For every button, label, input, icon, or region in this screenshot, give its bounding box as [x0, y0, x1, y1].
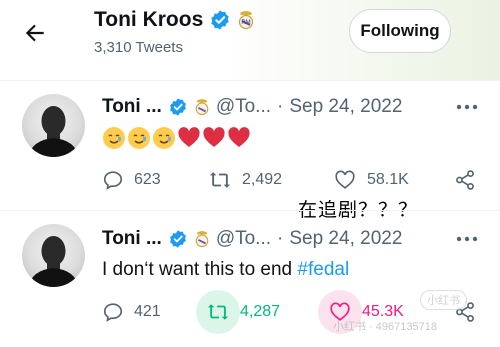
- share-icon[interactable]: [454, 169, 476, 191]
- smiling-face-with-tear-icon: [153, 127, 175, 149]
- profile-name: Toni Kroos: [94, 8, 204, 31]
- hashtag-link[interactable]: #fedal: [297, 259, 349, 280]
- tweet-meta: Toni ... @To... · Sep 24, 2022: [102, 96, 402, 118]
- author-avatar[interactable]: [22, 94, 85, 157]
- red-heart-icon: [228, 127, 250, 147]
- more-options-icon[interactable]: [456, 235, 478, 243]
- reply-button[interactable]: 623: [102, 169, 161, 191]
- real-madrid-crest-icon: RM: [239, 11, 254, 30]
- retweet-count: 2,492: [242, 171, 283, 188]
- meta-separator: ·: [277, 228, 284, 249]
- tweet-body: I don‘t want this to end: [102, 259, 298, 280]
- real-madrid-crest-icon: [195, 99, 209, 116]
- reply-count: 623: [134, 171, 161, 188]
- heart-outline-icon: [335, 170, 355, 189]
- tweet-author[interactable]: Toni ...: [102, 228, 162, 250]
- retweet-button[interactable]: 4,287: [206, 301, 280, 323]
- reply-count: 421: [134, 303, 161, 320]
- tweet-handle[interactable]: @To...: [216, 96, 271, 118]
- watermark-logo: 小红书: [420, 290, 467, 310]
- more-options-icon[interactable]: [456, 103, 478, 111]
- smiling-face-with-tear-icon: [128, 127, 150, 149]
- verified-badge-icon: [169, 98, 186, 116]
- avatar-portrait-icon: [28, 236, 79, 287]
- tweet-emojis: [102, 126, 251, 150]
- following-button[interactable]: Following: [349, 9, 451, 53]
- tweet-date[interactable]: Sep 24, 2022: [289, 96, 402, 118]
- meta-separator: ·: [277, 96, 284, 117]
- tweet-text: I don‘t want this to end #fedal: [102, 259, 349, 281]
- retweet-icon: [207, 304, 229, 320]
- reply-icon: [103, 171, 123, 190]
- like-button[interactable]: 58.1K: [333, 169, 409, 191]
- verified-badge-icon: [211, 10, 229, 30]
- retweet-button[interactable]: 2,492: [208, 169, 282, 191]
- tweet-meta: Toni ... @To... · Sep 24, 2022: [102, 228, 402, 250]
- tweet-date[interactable]: Sep 24, 2022: [289, 228, 402, 250]
- reply-icon: [103, 303, 123, 322]
- author-avatar[interactable]: [22, 224, 85, 287]
- header-divider: [0, 80, 500, 81]
- red-heart-icon: [203, 127, 225, 147]
- smiling-face-with-tear-icon: [103, 127, 125, 149]
- profile-title: Toni Kroos RM: [94, 8, 255, 32]
- watermark-text: 小红书 · 4967135718: [333, 321, 437, 333]
- tweet-divider: [0, 210, 500, 211]
- tweets-count: 3,310 Tweets: [94, 39, 183, 56]
- red-heart-icon: [178, 127, 200, 147]
- retweet-count: 4,287: [240, 303, 281, 320]
- like-count: 58.1K: [367, 171, 409, 188]
- avatar-portrait-icon: [28, 106, 79, 157]
- tweet-handle[interactable]: @To...: [216, 228, 271, 250]
- reply-button[interactable]: 421: [102, 301, 161, 323]
- verified-badge-icon: [169, 230, 186, 248]
- tweet-author[interactable]: Toni ...: [102, 96, 162, 118]
- svg-text:RM: RM: [242, 20, 251, 26]
- back-arrow-icon[interactable]: [22, 20, 48, 46]
- real-madrid-crest-icon: [195, 231, 209, 248]
- retweet-icon: [209, 172, 231, 188]
- overlay-caption: 在追剧？？？: [298, 200, 419, 221]
